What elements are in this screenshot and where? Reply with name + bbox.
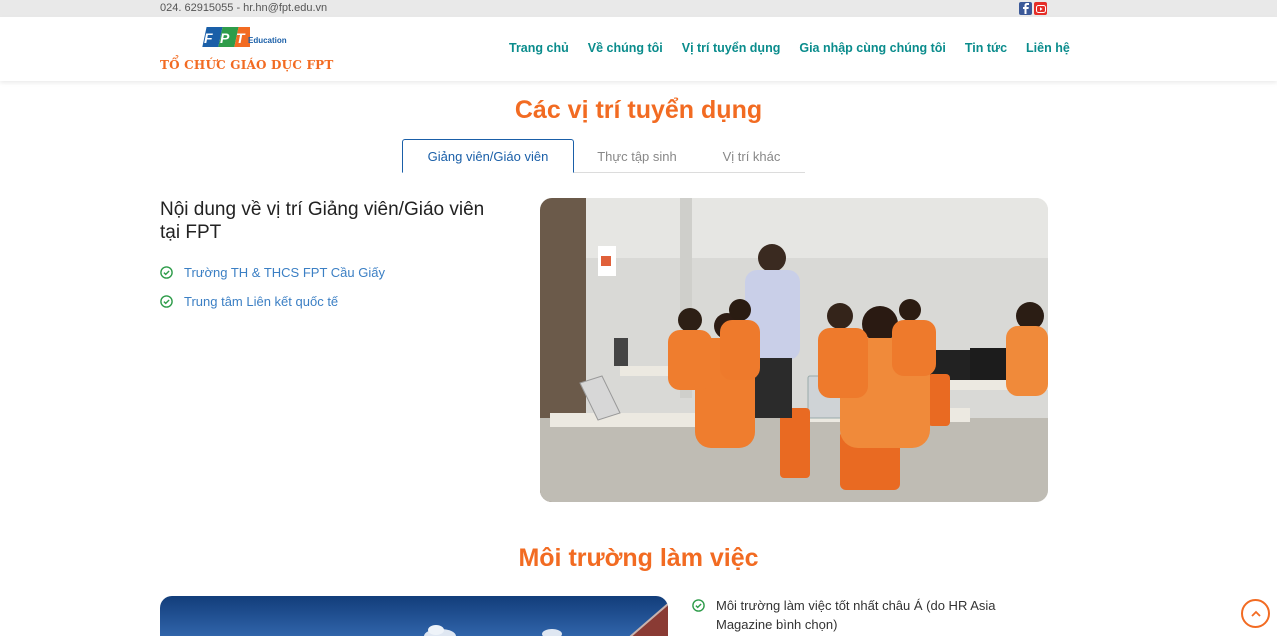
check-circle-icon xyxy=(160,266,173,279)
main-nav: Trang chủ Về chúng tôi Vị trí tuyển dụng… xyxy=(509,41,1070,55)
position-content-title: Nội dung về vị trí Giảng viên/Giáo viên … xyxy=(160,199,485,243)
tab-thuc-tap-sinh[interactable]: Thực tập sinh xyxy=(574,139,700,173)
nav-gia-nhap[interactable]: Gia nhập cùng chúng tôi xyxy=(799,41,946,55)
youtube-icon[interactable] xyxy=(1034,2,1047,15)
tab-giang-vien[interactable]: Giảng viên/Giáo viên xyxy=(402,139,574,173)
link-trung-tam-lien-ket[interactable]: Trung tâm Liên kết quốc tế xyxy=(184,294,338,309)
nav-tin-tuc[interactable]: Tin tức xyxy=(965,41,1007,55)
check-circle-icon xyxy=(160,295,173,308)
list-item: Trường TH & THCS FPT Cầu Giấy xyxy=(160,258,385,287)
classroom-photo xyxy=(540,198,1048,502)
fpt-logo-mark: F P T xyxy=(202,27,255,47)
nav-ve-chung-toi[interactable]: Về chúng tôi xyxy=(588,41,663,55)
nav-lien-he[interactable]: Liên hệ xyxy=(1026,41,1070,55)
social-links xyxy=(1019,2,1047,15)
site-header: F P T Education TỔ CHỨC GIÁO DỤC FPT Tra… xyxy=(0,17,1277,81)
position-link-list: Trường TH & THCS FPT Cầu Giấy Trung tâm … xyxy=(160,258,385,316)
scroll-to-top-button[interactable] xyxy=(1241,599,1270,628)
facebook-icon[interactable] xyxy=(1019,2,1032,15)
chevron-up-icon xyxy=(1250,610,1261,617)
link-truong-th-thcs[interactable]: Trường TH & THCS FPT Cầu Giấy xyxy=(184,265,385,280)
contact-info: 024. 62915055 - hr.hn@fpt.edu.vn xyxy=(160,2,328,14)
list-item: Môi trường làm việc tốt nhất châu Á (do … xyxy=(692,596,1052,634)
position-tabs: Giảng viên/Giáo viên Thực tập sinh Vị tr… xyxy=(402,139,805,173)
svg-text:F: F xyxy=(204,30,213,46)
svg-text:T: T xyxy=(236,30,246,46)
nav-vi-tri-tuyen-dung[interactable]: Vị trí tuyển dụng xyxy=(682,41,781,55)
positions-title: Các vị trí tuyển dụng xyxy=(514,96,763,124)
top-bar: 024. 62915055 - hr.hn@fpt.edu.vn xyxy=(0,0,1277,17)
tab-vi-tri-khac[interactable]: Vị trí khác xyxy=(700,139,803,173)
svg-text:P: P xyxy=(220,30,230,46)
workplace-photo xyxy=(160,596,668,636)
environment-item-text: Môi trường làm việc tốt nhất châu Á (do … xyxy=(716,598,996,632)
nav-trang-chu[interactable]: Trang chủ xyxy=(509,41,569,55)
list-item: Trung tâm Liên kết quốc tế xyxy=(160,287,385,316)
logo-org-name: TỔ CHỨC GIÁO DỤC FPT xyxy=(160,58,334,72)
site-logo[interactable]: F P T Education TỔ CHỨC GIÁO DỤC FPT xyxy=(160,25,333,75)
environment-list: Môi trường làm việc tốt nhất châu Á (do … xyxy=(692,596,1052,634)
logo-sub: Education xyxy=(248,36,287,45)
check-circle-icon xyxy=(692,599,705,612)
environment-title: Môi trường làm việc xyxy=(518,544,759,572)
